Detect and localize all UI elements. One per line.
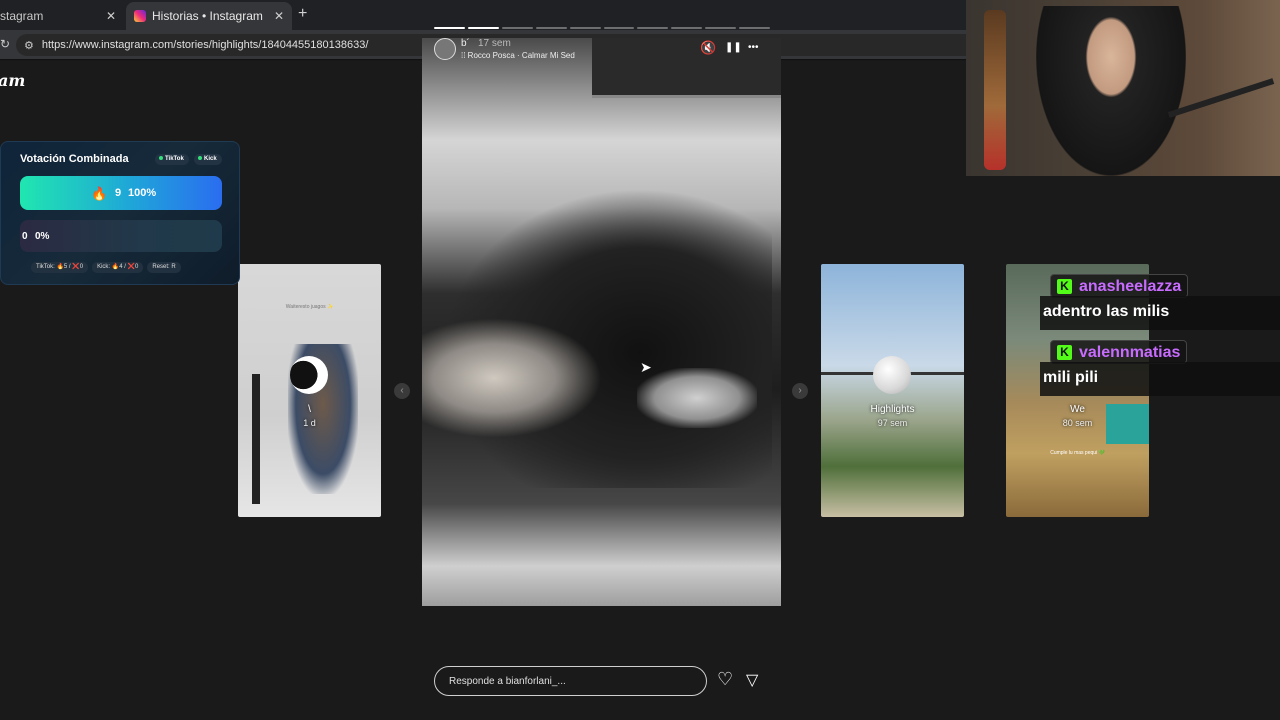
close-tab-icon[interactable]: ✕ bbox=[274, 9, 284, 23]
instagram-favicon-icon bbox=[134, 10, 146, 22]
pause-icon[interactable]: ❚❚ bbox=[725, 42, 742, 53]
status-dot-icon bbox=[198, 156, 202, 161]
progress-segment bbox=[603, 27, 635, 29]
progress-segment bbox=[705, 27, 737, 29]
progress-segment bbox=[569, 27, 601, 29]
vote-bar-option-a: 🔥 9 100% bbox=[20, 176, 222, 210]
story-music[interactable]: ⁞⁞ Rocco Posca · Calmar Mi Sed bbox=[461, 51, 575, 60]
streamer-figure bbox=[1036, 6, 1186, 176]
story-card-highlights[interactable]: Highlights 97 sem bbox=[821, 264, 964, 517]
card-time: 80 sem bbox=[1062, 418, 1093, 428]
webcam-feed bbox=[966, 0, 1280, 176]
card-caption: Cumple lu mas pequi 💚 bbox=[1050, 450, 1105, 456]
status-dot-icon bbox=[159, 156, 163, 161]
vote-title: Votación Combinada bbox=[20, 153, 129, 165]
next-story-button[interactable]: › bbox=[792, 383, 808, 399]
kick-icon: K bbox=[1057, 345, 1072, 360]
vote-percent: 100% bbox=[128, 187, 157, 199]
kick-tally: Kick: 🔥4 / ❌0 bbox=[92, 262, 144, 273]
story-avatar bbox=[290, 356, 328, 394]
mouse-cursor-icon: ➤ bbox=[640, 359, 652, 375]
close-tab-icon[interactable]: ✕ bbox=[106, 9, 116, 23]
card-label: Highlights bbox=[870, 404, 915, 415]
badge-label: TikTok bbox=[165, 156, 184, 162]
story-image-part bbox=[637, 368, 757, 428]
story-username[interactable]: b´ bbox=[461, 38, 470, 49]
reply-input[interactable]: Responde a bianforlani_... bbox=[434, 666, 707, 696]
card-time: 97 sem bbox=[877, 418, 908, 428]
vote-widget: Votación Combinada TikTok Kick 🔥 9 100% … bbox=[0, 141, 240, 285]
vote-count: 0 bbox=[22, 231, 28, 242]
reload-icon[interactable]: ↻ bbox=[0, 37, 10, 51]
username-text: valennmatias bbox=[1079, 344, 1181, 361]
kick-icon: K bbox=[1057, 279, 1072, 294]
flame-icon: 🔥 bbox=[91, 186, 108, 201]
progress-segment bbox=[671, 27, 703, 29]
site-settings-icon[interactable]: ⚙ bbox=[24, 39, 34, 52]
url-text: https://www.instagram.com/stories/highli… bbox=[41, 39, 369, 51]
story-progress-bar bbox=[434, 27, 771, 29]
instagram-logo[interactable]: am bbox=[0, 71, 25, 90]
heart-icon[interactable]: ♡ bbox=[717, 669, 733, 690]
new-tab-icon[interactable]: + bbox=[298, 5, 307, 23]
tiktok-status-badge: TikTok bbox=[155, 154, 189, 165]
more-options-icon[interactable]: ••• bbox=[748, 42, 759, 53]
chat-username: K valennmatias bbox=[1050, 340, 1188, 364]
prev-story-button[interactable]: ‹ bbox=[394, 383, 410, 399]
story-header: b´ 17 sem ⁞⁞ Rocco Posca · Calmar Mi Sed… bbox=[432, 36, 772, 66]
chat-message: mili pili bbox=[1040, 362, 1280, 396]
story-time: 17 sem bbox=[478, 38, 511, 49]
card-label: We bbox=[1070, 404, 1085, 415]
story-image-part bbox=[422, 318, 602, 438]
vote-percent: 0% bbox=[35, 231, 50, 242]
stool-shape bbox=[252, 374, 260, 504]
tab-label: stagram bbox=[0, 9, 44, 23]
guitar-shape bbox=[984, 10, 1006, 170]
vote-bar-option-b: 0 0% bbox=[20, 220, 222, 252]
share-icon[interactable]: ▽ bbox=[746, 670, 758, 690]
chat-message: adentro las milis bbox=[1040, 296, 1280, 330]
tab-historias-instagram[interactable]: Historias • Instagram ✕ bbox=[126, 2, 292, 30]
screen: stagram ✕ Historias • Instagram ✕ + ↻ ⚙ … bbox=[0, 0, 1280, 720]
story-card-prev[interactable]: Waiteresto juagos ✨ \ 1 d bbox=[238, 264, 381, 517]
card-time: 1 d bbox=[303, 418, 316, 428]
story-viewer[interactable] bbox=[422, 38, 781, 606]
vote-footer: TikTok: 🔥5 / ❌0 Kick: 🔥4 / ❌0 Reset: R bbox=[31, 262, 181, 273]
card-caption: Waiteresto juagos ✨ bbox=[285, 304, 334, 310]
vote-count: 9 bbox=[115, 187, 122, 199]
username-text: anasheelazza bbox=[1079, 278, 1182, 295]
chat-overlay: K anasheelazza adentro las milis K valen… bbox=[1040, 272, 1280, 402]
tab-label: Historias • Instagram bbox=[152, 9, 263, 23]
chat-username: K anasheelazza bbox=[1050, 274, 1189, 298]
story-avatar bbox=[873, 356, 911, 394]
progress-segment bbox=[501, 27, 533, 29]
card-label: \ bbox=[308, 404, 311, 415]
mute-icon[interactable]: 🔇 bbox=[700, 40, 716, 56]
reset-hint: Reset: R bbox=[147, 262, 181, 273]
progress-segment bbox=[535, 27, 567, 29]
kick-status-badge: Kick bbox=[194, 154, 222, 165]
badge-label: Kick bbox=[204, 156, 217, 162]
tiktok-tally: TikTok: 🔥5 / ❌0 bbox=[31, 262, 89, 273]
avatar[interactable] bbox=[434, 38, 456, 60]
reply-placeholder: Responde a bianforlani_... bbox=[449, 675, 566, 687]
tab-instagram-prev[interactable]: stagram ✕ bbox=[0, 2, 124, 30]
progress-segment bbox=[739, 27, 771, 29]
progress-segment bbox=[637, 27, 669, 29]
progress-segment bbox=[467, 27, 499, 29]
progress-segment bbox=[434, 27, 465, 29]
